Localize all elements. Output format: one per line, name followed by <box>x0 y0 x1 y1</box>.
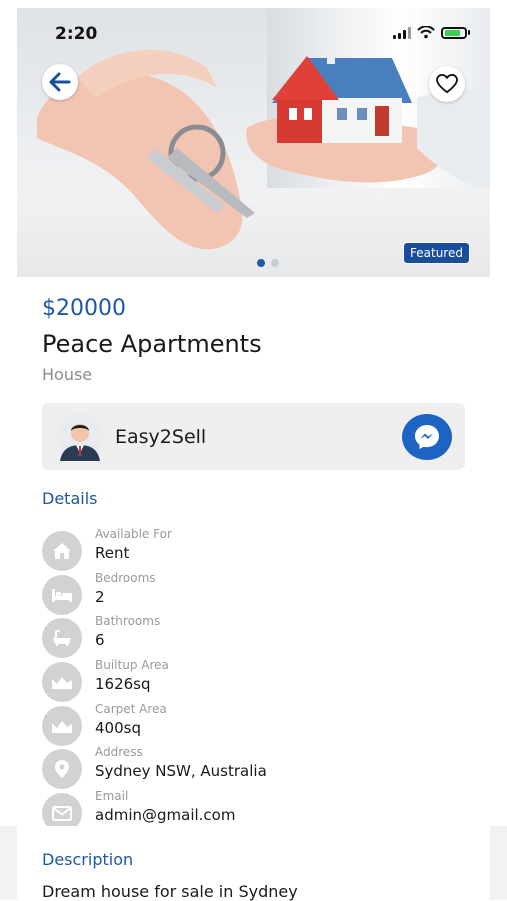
home-icon <box>42 531 82 571</box>
photo-illustration <box>37 49 490 250</box>
arrow-left-icon <box>49 72 71 92</box>
detail-label: Bathrooms <box>95 614 161 628</box>
agent-card[interactable]: Easy2Sell <box>42 403 465 470</box>
detail-bedrooms: Bedrooms 2 <box>42 571 462 615</box>
signal-icon <box>393 26 411 39</box>
detail-label: Email <box>95 789 129 803</box>
carousel-dots[interactable] <box>257 259 279 267</box>
heart-icon <box>436 74 458 94</box>
messenger-button[interactable] <box>402 414 452 460</box>
battery-icon <box>441 26 470 39</box>
detail-value: 1626sq <box>95 675 151 693</box>
agent-name: Easy2Sell <box>115 426 207 448</box>
detail-value: 6 <box>95 631 105 649</box>
detail-value: 2 <box>95 588 105 606</box>
detail-label: Carpet Area <box>95 702 167 716</box>
detail-label: Bedrooms <box>95 571 156 585</box>
location-pin-icon <box>42 749 82 789</box>
detail-label: Available For <box>95 527 172 541</box>
wifi-icon <box>417 26 435 39</box>
listing-title: Peace Apartments <box>42 330 262 358</box>
detail-value: Sydney NSW, Australia <box>95 762 267 780</box>
detail-value: Rent <box>95 544 130 562</box>
listing-type: House <box>42 365 93 384</box>
detail-label: Builtup Area <box>95 658 169 672</box>
messenger-icon <box>415 425 439 449</box>
detail-value: admin@gmail.com <box>95 806 236 824</box>
property-photo[interactable]: Featured <box>17 8 490 277</box>
featured-badge: Featured <box>403 242 470 264</box>
detail-available-for: Available For Rent <box>42 527 462 571</box>
detail-bathrooms: Bathrooms 6 <box>42 614 462 658</box>
detail-value: 400sq <box>95 719 141 737</box>
detail-carpet-area: Carpet Area 400sq <box>42 702 462 746</box>
status-bar: 2:20 <box>17 20 490 48</box>
back-button[interactable] <box>42 64 78 100</box>
bed-icon <box>42 575 82 615</box>
status-icons <box>393 26 470 39</box>
carousel-dot-active[interactable] <box>257 259 265 267</box>
avatar <box>56 413 104 461</box>
status-time: 2:20 <box>55 24 98 44</box>
page-background <box>490 0 507 900</box>
description-text: Dream house for sale in Sydney <box>42 882 298 901</box>
details-heading: Details <box>42 489 98 508</box>
detail-label: Address <box>95 745 143 759</box>
description-heading: Description <box>42 850 134 869</box>
detail-address: Address Sydney NSW, Australia <box>42 745 462 789</box>
listing-price: $20000 <box>42 296 126 321</box>
carousel-dot[interactable] <box>271 259 279 267</box>
area-icon <box>42 662 82 702</box>
area-icon <box>42 706 82 746</box>
favorite-button[interactable] <box>429 66 465 102</box>
detail-builtup-area: Builtup Area 1626sq <box>42 658 462 702</box>
bathtub-icon <box>42 618 82 658</box>
